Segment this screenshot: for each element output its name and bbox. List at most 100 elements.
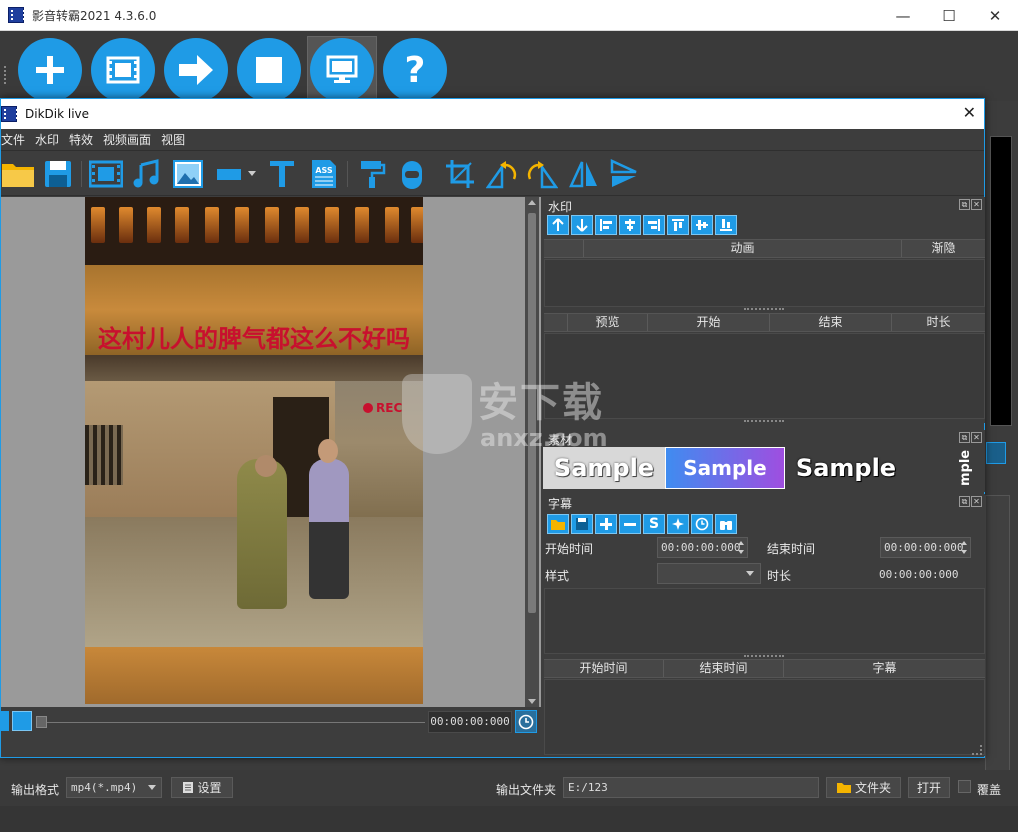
align-middle-icon[interactable]: [691, 215, 713, 235]
plus-icon[interactable]: [595, 514, 617, 534]
timeline-header-duration[interactable]: 时长: [892, 314, 985, 331]
subtitle-list-header: 开始时间 结束时间 字幕: [544, 659, 985, 678]
stop-preview-button[interactable]: [12, 711, 32, 731]
overwrite-checkbox[interactable]: [958, 780, 971, 793]
add-ass-subtitle-tool[interactable]: ASS: [307, 158, 341, 190]
video-frame[interactable]: 这村儿人的脾气都这么不好吗 REC: [85, 197, 423, 704]
spin-down-icon[interactable]: [961, 550, 967, 554]
mask-tool[interactable]: [395, 158, 429, 190]
menu-watermark[interactable]: 水印: [31, 131, 65, 148]
start-time-input[interactable]: 00:00:00:000: [657, 537, 748, 558]
close-icon[interactable]: ✕: [971, 432, 982, 443]
rotate-right-tool[interactable]: [525, 158, 559, 190]
resize-grip-icon[interactable]: [972, 745, 982, 755]
flip-vertical-tool[interactable]: [607, 158, 641, 190]
help-button[interactable]: ?: [383, 38, 447, 102]
subtitle-header-text[interactable]: 字幕: [784, 660, 985, 677]
menu-video-frame[interactable]: 视频画面: [99, 131, 157, 148]
close-icon[interactable]: ✕: [971, 199, 982, 210]
video-button[interactable]: [91, 38, 155, 102]
play-button[interactable]: [1, 711, 9, 731]
choose-folder-button[interactable]: 文件夹: [826, 777, 901, 798]
style-select[interactable]: [657, 563, 761, 584]
sparkle-icon[interactable]: [667, 514, 689, 534]
seek-handle[interactable]: [36, 716, 47, 728]
preview-scrollbar[interactable]: [525, 197, 539, 707]
end-time-input[interactable]: 00:00:00:000: [880, 537, 971, 558]
align-left-icon[interactable]: [595, 215, 617, 235]
splitter-handle[interactable]: [744, 308, 784, 312]
menu-effects[interactable]: 特效: [65, 131, 99, 148]
subtitle-header-start[interactable]: 开始时间: [544, 660, 664, 677]
maximize-button[interactable]: ☐: [926, 0, 972, 31]
output-format-select[interactable]: mp4(*.mp4): [66, 777, 162, 798]
crop-tool[interactable]: [443, 158, 477, 190]
seek-track[interactable]: [39, 722, 425, 723]
add-file-button[interactable]: [18, 38, 82, 102]
timeline-header-end[interactable]: 结束: [770, 314, 892, 331]
settings-button[interactable]: 设置: [171, 777, 233, 798]
time-jump-button[interactable]: [515, 710, 537, 733]
flip-horizontal-tool[interactable]: [567, 158, 601, 190]
save-icon[interactable]: [571, 514, 593, 534]
scroll-thumb[interactable]: [528, 213, 536, 613]
add-video-tool[interactable]: [89, 158, 123, 190]
watermark-timeline-list[interactable]: [544, 333, 985, 419]
add-text-tool[interactable]: [265, 158, 299, 190]
subtitle-edit-area[interactable]: [544, 588, 985, 654]
scroll-up-icon[interactable]: [528, 200, 536, 205]
clock-icon[interactable]: [691, 514, 713, 534]
sample-style-4[interactable]: mple: [958, 447, 980, 489]
scroll-down-icon[interactable]: [528, 699, 536, 704]
splitter-handle[interactable]: [744, 420, 784, 424]
menu-file[interactable]: 文件: [1, 131, 31, 148]
toolbar-grip[interactable]: [4, 66, 8, 84]
timeline-header-start[interactable]: 开始: [648, 314, 770, 331]
menu-view[interactable]: 视图: [157, 131, 191, 148]
close-icon[interactable]: ✕: [971, 496, 982, 507]
subtitle-header-end[interactable]: 结束时间: [664, 660, 784, 677]
binoculars-icon[interactable]: [715, 514, 737, 534]
sample-style-3[interactable]: Sample: [785, 447, 907, 489]
spin-down-icon[interactable]: [738, 550, 744, 554]
folder-icon[interactable]: [547, 514, 569, 534]
sample-style-1[interactable]: Sample: [543, 447, 665, 489]
add-music-tool[interactable]: [129, 158, 163, 190]
shape-dropdown[interactable]: [245, 158, 259, 190]
close-button[interactable]: ✕: [972, 0, 1018, 31]
spin-up-icon[interactable]: [738, 541, 744, 545]
align-top-icon[interactable]: [667, 215, 689, 235]
save-tool[interactable]: [41, 158, 75, 190]
animation-list[interactable]: [544, 259, 985, 307]
sample-style-2[interactable]: Sample: [665, 447, 785, 489]
s-icon[interactable]: S: [643, 514, 665, 534]
output-folder-input[interactable]: E:/123: [563, 777, 819, 798]
add-image-tool[interactable]: [171, 158, 205, 190]
float-icon[interactable]: ⧉: [959, 199, 970, 210]
dialog-close-button[interactable]: ✕: [963, 103, 976, 122]
anim-header-animation[interactable]: 动画: [584, 240, 902, 257]
arrow-up-icon[interactable]: [547, 215, 569, 235]
clock-icon[interactable]: [986, 442, 1006, 464]
stop-button[interactable]: [237, 38, 301, 102]
align-bottom-icon[interactable]: [715, 215, 737, 235]
subtitle-list[interactable]: [544, 679, 985, 755]
arrow-down-icon[interactable]: [571, 215, 593, 235]
open-folder-button[interactable]: 打开: [908, 777, 950, 798]
minus-icon[interactable]: [619, 514, 641, 534]
align-right-icon[interactable]: [643, 215, 665, 235]
anim-header-fade[interactable]: 渐隐: [902, 240, 985, 257]
timeline-header-preview[interactable]: 预览: [568, 314, 648, 331]
open-folder-tool[interactable]: [1, 158, 35, 190]
paint-tool[interactable]: [355, 158, 389, 190]
convert-button[interactable]: [164, 38, 228, 102]
float-icon[interactable]: ⧉: [959, 432, 970, 443]
float-icon[interactable]: ⧉: [959, 496, 970, 507]
align-center-icon[interactable]: [619, 215, 641, 235]
rotate-left-tool[interactable]: [485, 158, 519, 190]
live-button[interactable]: [310, 38, 374, 102]
minimize-button[interactable]: —: [880, 0, 926, 31]
add-shape-tool[interactable]: [213, 158, 247, 190]
start-time-label: 开始时间: [545, 542, 594, 556]
spin-up-icon[interactable]: [961, 541, 967, 545]
